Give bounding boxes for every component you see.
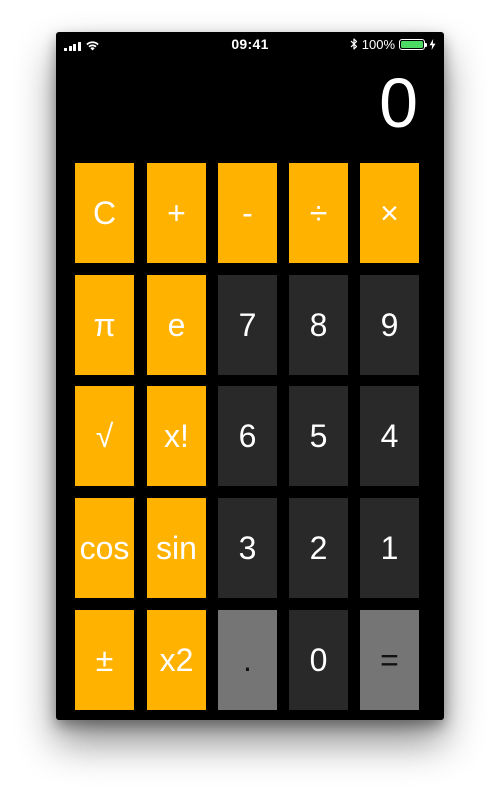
battery-icon bbox=[399, 38, 427, 50]
status-bar-right: 100% bbox=[350, 36, 436, 52]
clear-button[interactable]: C bbox=[75, 163, 134, 263]
cosine-button[interactable]: cos bbox=[75, 498, 134, 598]
plus-minus-button[interactable]: ± bbox=[75, 610, 134, 710]
equals-button[interactable]: = bbox=[360, 610, 419, 710]
digit-6-button[interactable]: 6 bbox=[218, 386, 277, 486]
digit-5-button[interactable]: 5 bbox=[289, 386, 348, 486]
sine-button[interactable]: sin bbox=[147, 498, 206, 598]
pi-button[interactable]: π bbox=[75, 275, 134, 375]
digit-8-button[interactable]: 8 bbox=[289, 275, 348, 375]
square-button[interactable]: x2 bbox=[147, 610, 206, 710]
multiply-button[interactable]: × bbox=[360, 163, 419, 263]
digit-3-button[interactable]: 3 bbox=[218, 498, 277, 598]
digit-4-button[interactable]: 4 bbox=[360, 386, 419, 486]
charging-bolt-icon bbox=[429, 38, 436, 50]
digit-9-button[interactable]: 9 bbox=[360, 275, 419, 375]
calculator-window: 09:41 100% 0 C + - ÷ × π e 7 8 9 √ x! 6 bbox=[56, 32, 444, 720]
factorial-button[interactable]: x! bbox=[147, 386, 206, 486]
battery-level bbox=[401, 40, 423, 48]
digit-1-button[interactable]: 1 bbox=[360, 498, 419, 598]
subtract-button[interactable]: - bbox=[218, 163, 277, 263]
digit-7-button[interactable]: 7 bbox=[218, 275, 277, 375]
e-button[interactable]: e bbox=[147, 275, 206, 375]
battery-percent: 100% bbox=[361, 36, 395, 52]
bluetooth-icon bbox=[350, 38, 357, 50]
square-root-button[interactable]: √ bbox=[75, 386, 134, 486]
status-bar: 09:41 100% bbox=[56, 32, 444, 56]
calculator-display: 0 bbox=[379, 64, 418, 142]
digit-0-button[interactable]: 0 bbox=[289, 610, 348, 710]
digit-2-button[interactable]: 2 bbox=[289, 498, 348, 598]
decimal-button[interactable]: . bbox=[218, 610, 277, 710]
add-button[interactable]: + bbox=[147, 163, 206, 263]
keypad: C + - ÷ × π e 7 8 9 √ x! 6 5 4 cos sin 3… bbox=[75, 163, 421, 711]
divide-button[interactable]: ÷ bbox=[289, 163, 348, 263]
